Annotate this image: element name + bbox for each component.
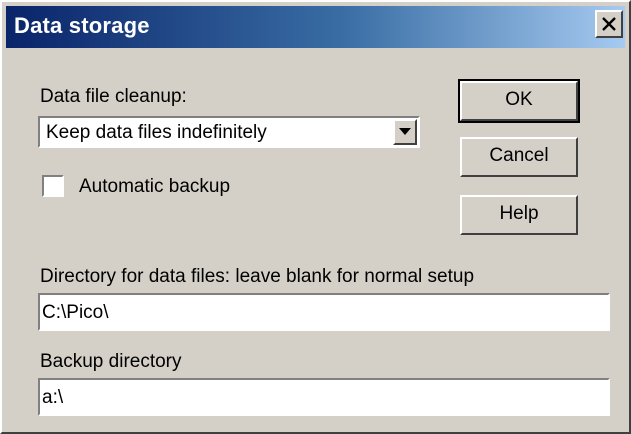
help-button[interactable]: Help (460, 195, 578, 235)
automatic-backup-label[interactable]: Automatic backup (79, 176, 230, 198)
data-storage-dialog: Data storage Data file cleanup: Keep dat… (0, 0, 631, 434)
title-bar[interactable]: Data storage (6, 6, 625, 48)
cleanup-label: Data file cleanup: (40, 86, 187, 107)
data-directory-field[interactable]: C:\Pico\ (38, 293, 610, 331)
cleanup-dropdown-button[interactable] (393, 119, 417, 145)
data-directory-label: Directory for data files: leave blank fo… (40, 266, 475, 287)
cleanup-dropdown[interactable]: Keep data files indefinitely (38, 116, 420, 148)
data-directory-value: C:\Pico\ (42, 302, 109, 323)
chevron-down-icon (399, 128, 411, 135)
backup-directory-value: a:\ (42, 387, 64, 408)
cleanup-selected-value: Keep data files indefinitely (46, 122, 267, 143)
backup-directory-label: Backup directory (40, 351, 182, 372)
close-icon (602, 17, 616, 31)
dialog-title: Data storage (14, 13, 150, 38)
backup-directory-field[interactable]: a:\ (38, 378, 610, 416)
ok-button[interactable]: OK (458, 79, 580, 123)
cancel-button[interactable]: Cancel (460, 137, 578, 177)
automatic-backup-checkbox[interactable] (42, 175, 64, 197)
close-button[interactable] (595, 10, 623, 38)
